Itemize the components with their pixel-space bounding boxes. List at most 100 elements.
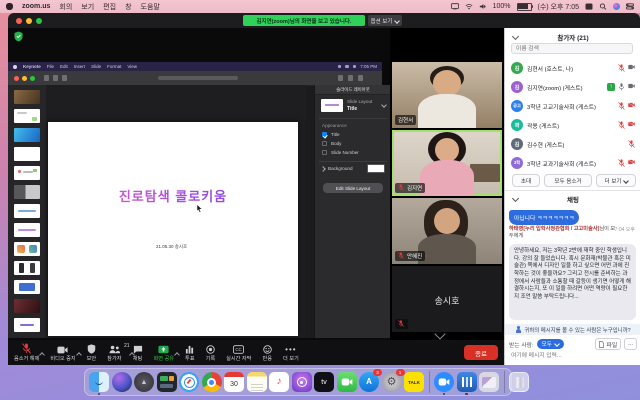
- menu-edit[interactable]: 편집: [103, 2, 116, 12]
- record-button[interactable]: 기록: [206, 343, 216, 362]
- format-panel-tab[interactable]: 슬라이드 레이아웃: [315, 85, 391, 95]
- menubar-app-name[interactable]: zoom.us: [22, 3, 50, 10]
- kakaotalk-icon[interactable]: TALK: [404, 372, 424, 392]
- disclosure-chevron-icon[interactable]: [320, 166, 326, 172]
- participants-more-button[interactable]: 더 보기: [596, 174, 636, 187]
- menu-help[interactable]: 도움말: [141, 2, 160, 12]
- view-options-button[interactable]: 옵션 보기: [368, 15, 402, 26]
- chat-message-input[interactable]: [509, 352, 639, 360]
- security-button[interactable]: 보안: [87, 343, 97, 362]
- slide-thumbnail[interactable]: [14, 280, 40, 294]
- checkbox-slide-number[interactable]: [322, 150, 327, 155]
- control-center-icon[interactable]: [626, 3, 634, 10]
- menu-view[interactable]: 보기: [81, 2, 94, 12]
- participant-row[interactable]: 김 김현서 (호스트, 나): [511, 60, 635, 76]
- polls-button[interactable]: 투표: [185, 343, 195, 362]
- mission-control-icon[interactable]: [157, 372, 177, 392]
- participant-row[interactable]: 3학 3학년 교과기술사회 (게스트): [511, 155, 635, 171]
- reactions-button[interactable]: 반응: [262, 343, 272, 362]
- shield-icon: [87, 343, 96, 354]
- menu-meeting[interactable]: 회의: [59, 2, 72, 12]
- slide-thumbnail[interactable]: [14, 299, 40, 313]
- wifi-icon[interactable]: [465, 3, 473, 10]
- participant-row[interactable]: 공고 3학년 고교기술사회 (게스트): [511, 98, 635, 114]
- slide-layout-value[interactable]: Title: [347, 106, 357, 112]
- invite-button[interactable]: 초대: [512, 174, 540, 187]
- chevron-up-icon[interactable]: [39, 352, 45, 358]
- participant-search-input[interactable]: [511, 43, 633, 54]
- chat-more-button[interactable]: ...: [624, 338, 637, 350]
- safari-icon[interactable]: [179, 372, 199, 392]
- facetime-icon[interactable]: [337, 372, 357, 392]
- apple-menu-icon[interactable]: [6, 3, 13, 10]
- documents-app-icon[interactable]: [457, 372, 477, 392]
- minimized-window-thumbnail[interactable]: [479, 372, 499, 392]
- share-screen-button[interactable]: 화면 공유: [154, 343, 175, 362]
- menubar-clock[interactable]: (수) 오후 7:05: [538, 2, 580, 12]
- video-tile-1[interactable]: 김현서: [392, 62, 502, 128]
- video-tile-4-camera-off[interactable]: 송시호: [392, 266, 502, 332]
- slide-thumbnail[interactable]: [14, 242, 40, 256]
- chevron-up-icon[interactable]: [76, 352, 82, 358]
- system-preferences-icon[interactable]: ⚙1: [382, 372, 402, 392]
- screen-mirroring-icon[interactable]: [585, 3, 593, 10]
- chat-privacy-notice[interactable]: 귀하의 메시지를 볼 수 있는 사람은 누구입니까?: [505, 324, 640, 335]
- participant-row[interactable]: 김 김지연(zoom) (게스트) ↑: [511, 79, 635, 95]
- app-store-icon[interactable]: A3: [359, 372, 379, 392]
- participants-button[interactable]: 21 참가자: [107, 343, 121, 362]
- unmute-button[interactable]: 음소거 해제: [14, 343, 39, 362]
- launchpad-icon[interactable]: ▲: [134, 372, 154, 392]
- background-color-well[interactable]: [367, 164, 385, 173]
- siri-icon[interactable]: [613, 3, 620, 10]
- slide-thumbnail[interactable]: [14, 261, 40, 275]
- chrome-icon[interactable]: [202, 372, 222, 392]
- slide-thumbnail[interactable]: [14, 147, 40, 161]
- slide-thumbnail[interactable]: [14, 128, 40, 142]
- music-icon[interactable]: ♪: [269, 372, 289, 392]
- recipient-select[interactable]: 모두: [537, 339, 564, 349]
- keynote-slide-filmstrip[interactable]: [8, 85, 47, 338]
- stop-video-button[interactable]: 비디오 중지: [50, 343, 75, 362]
- live-transcript-button[interactable]: CC 실시간 자막: [226, 343, 251, 362]
- video-tile-3[interactable]: 안혜진: [392, 198, 502, 264]
- slide-thumbnail[interactable]: [14, 318, 40, 332]
- finder-icon[interactable]: [89, 372, 109, 392]
- checkbox-title[interactable]: [322, 132, 327, 137]
- slide-thumbnail[interactable]: [14, 223, 40, 237]
- dock-separator: [504, 371, 505, 393]
- volume-icon[interactable]: [479, 3, 487, 10]
- participant-row[interactable]: 곽 곽용 (게스트): [511, 117, 635, 133]
- more-button[interactable]: ••• 더 보기: [283, 343, 299, 362]
- chevron-up-icon[interactable]: [174, 352, 180, 358]
- slide-thumbnail[interactable]: [14, 109, 40, 123]
- checkbox-body[interactable]: [322, 141, 327, 146]
- podcasts-icon[interactable]: [292, 372, 312, 392]
- edit-slide-layout-button[interactable]: Edit Slide Layout: [323, 183, 383, 193]
- siri-icon[interactable]: [112, 372, 132, 392]
- mute-all-button[interactable]: 모두 음소거: [544, 174, 592, 187]
- apple-tv-icon[interactable]: tv: [314, 372, 334, 392]
- slide-thumbnail[interactable]: [14, 90, 40, 104]
- slide-thumbnail[interactable]: [14, 166, 40, 180]
- slide-thumbnail[interactable]: [14, 204, 40, 218]
- security-shield-icon[interactable]: [14, 31, 23, 42]
- attach-file-button[interactable]: 파일: [595, 338, 621, 350]
- slide-layout-thumbnail[interactable]: [321, 99, 343, 112]
- slide-footer: 21.05.30 송시호: [156, 244, 187, 250]
- minimize-window-button[interactable]: [26, 18, 32, 24]
- slide-thumbnail[interactable]: [14, 185, 40, 199]
- zoom-window-button[interactable]: [36, 18, 42, 24]
- notes-icon[interactable]: [247, 372, 267, 392]
- calendar-icon[interactable]: 30: [224, 372, 244, 392]
- video-tile-2-active-speaker[interactable]: 김지연: [392, 130, 502, 196]
- chevron-down-icon[interactable]: [381, 102, 387, 108]
- chat-button[interactable]: 채팅: [133, 343, 143, 362]
- display-icon[interactable]: [451, 3, 459, 10]
- zoom-app-icon[interactable]: [434, 372, 454, 392]
- spotlight-search-icon[interactable]: [599, 3, 607, 10]
- participant-row[interactable]: 김 김수현 (게스트): [511, 136, 635, 152]
- trash-icon[interactable]: [509, 372, 529, 392]
- end-meeting-button[interactable]: 종료: [464, 345, 498, 360]
- menu-window[interactable]: 창: [125, 2, 131, 12]
- close-window-button[interactable]: [16, 18, 22, 24]
